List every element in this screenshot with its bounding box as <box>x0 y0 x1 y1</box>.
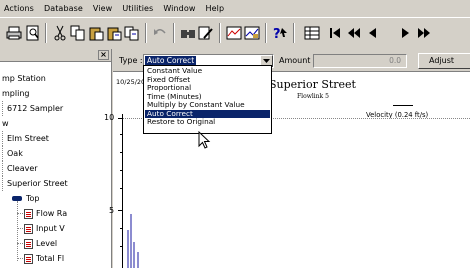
close-icon[interactable]: × <box>98 50 109 60</box>
data-series-icon <box>24 238 33 249</box>
tree-item-pump-station[interactable]: mp Station <box>2 71 46 86</box>
tree-item-6712-sampler[interactable]: 6712 Sampler <box>2 101 63 116</box>
y-tick <box>118 118 122 119</box>
tree-item-sampling[interactable]: mpling <box>2 86 29 101</box>
y-axis <box>122 114 123 268</box>
previous-icon[interactable] <box>364 24 382 42</box>
adjust-button[interactable]: Adjust <box>418 53 470 69</box>
y-minor-tick <box>120 246 122 247</box>
option-restore-original[interactable]: Restore to Original <box>145 117 270 126</box>
data-series-icon <box>24 208 33 219</box>
undo-icon[interactable] <box>151 24 169 42</box>
tree-panel: × mp Station mpling 6712 Sampler w Elm S… <box>0 49 112 268</box>
data-series-icon <box>24 223 33 234</box>
tree-item-input-voltage[interactable]: Input V <box>24 221 65 236</box>
tree-item-oak[interactable]: Oak <box>2 146 23 161</box>
tree-item-flow[interactable]: w <box>2 116 9 131</box>
amount-input[interactable]: 0.0 <box>313 54 407 68</box>
menu-database[interactable]: Database <box>44 4 83 13</box>
first-icon[interactable] <box>326 24 344 42</box>
amount-label: Amount : <box>279 56 316 65</box>
cut-icon[interactable] <box>51 24 69 42</box>
tree-item-level[interactable]: Level <box>24 236 57 251</box>
print-preview-icon[interactable] <box>24 24 42 42</box>
copy-icon[interactable] <box>69 24 87 42</box>
chart-subtitle: Flowlink 5 <box>297 93 329 100</box>
y-minor-tick <box>120 228 122 229</box>
tree-item-elm-street[interactable]: Elm Street <box>2 131 49 146</box>
tree-item-flow-rate[interactable]: Flow Ra <box>24 206 67 221</box>
paste-special-icon[interactable] <box>105 24 123 42</box>
mouse-cursor-icon <box>198 131 211 149</box>
edit-icon[interactable] <box>197 24 215 42</box>
legend-swatch <box>393 105 413 106</box>
menu-utilities[interactable]: Utilities <box>122 4 153 13</box>
data-series-icon <box>24 253 33 264</box>
y-tick-label-10: 10 <box>104 113 115 122</box>
type-dropdown-list: Constant Value Fixed Offset Proportional… <box>143 65 272 134</box>
y-minor-tick <box>120 152 122 153</box>
chart-edit-icon[interactable] <box>243 24 261 42</box>
menu-bar: Actions Database View Utilities Window H… <box>0 0 470 17</box>
fast-back-icon[interactable] <box>345 24 363 42</box>
table-icon[interactable] <box>303 24 321 42</box>
print-icon[interactable] <box>5 24 23 42</box>
paste-icon[interactable] <box>87 24 105 42</box>
tree-item-total-flow[interactable]: Total Fl <box>24 251 64 266</box>
chart-title: Superior Street <box>269 78 356 91</box>
menu-view[interactable]: View <box>93 4 112 13</box>
y-minor-tick <box>120 134 122 135</box>
copy-special-icon[interactable] <box>123 24 141 42</box>
next-icon[interactable] <box>396 24 414 42</box>
menu-actions[interactable]: Actions <box>4 4 34 13</box>
help-icon[interactable]: ? <box>271 24 289 42</box>
menu-window[interactable]: Window <box>163 4 195 13</box>
tree-panel-header: × <box>0 49 111 62</box>
velocity-series-line <box>127 214 139 268</box>
toolbar: ? <box>0 17 470 49</box>
menu-help[interactable]: Help <box>205 4 224 13</box>
find-icon[interactable] <box>179 24 197 42</box>
fast-forward-icon[interactable] <box>415 24 433 42</box>
type-label: Type : <box>119 56 143 65</box>
y-minor-tick <box>120 170 122 171</box>
chart-icon[interactable] <box>225 24 243 42</box>
y-tick <box>118 210 122 211</box>
y-tick-label-5: 5 <box>109 206 115 215</box>
svg-text:?: ? <box>273 27 281 41</box>
tree-item-superior-street[interactable]: Superior Street <box>2 176 68 191</box>
tree-item-cleaver[interactable]: Cleaver <box>2 161 38 176</box>
y-minor-tick <box>120 188 122 189</box>
